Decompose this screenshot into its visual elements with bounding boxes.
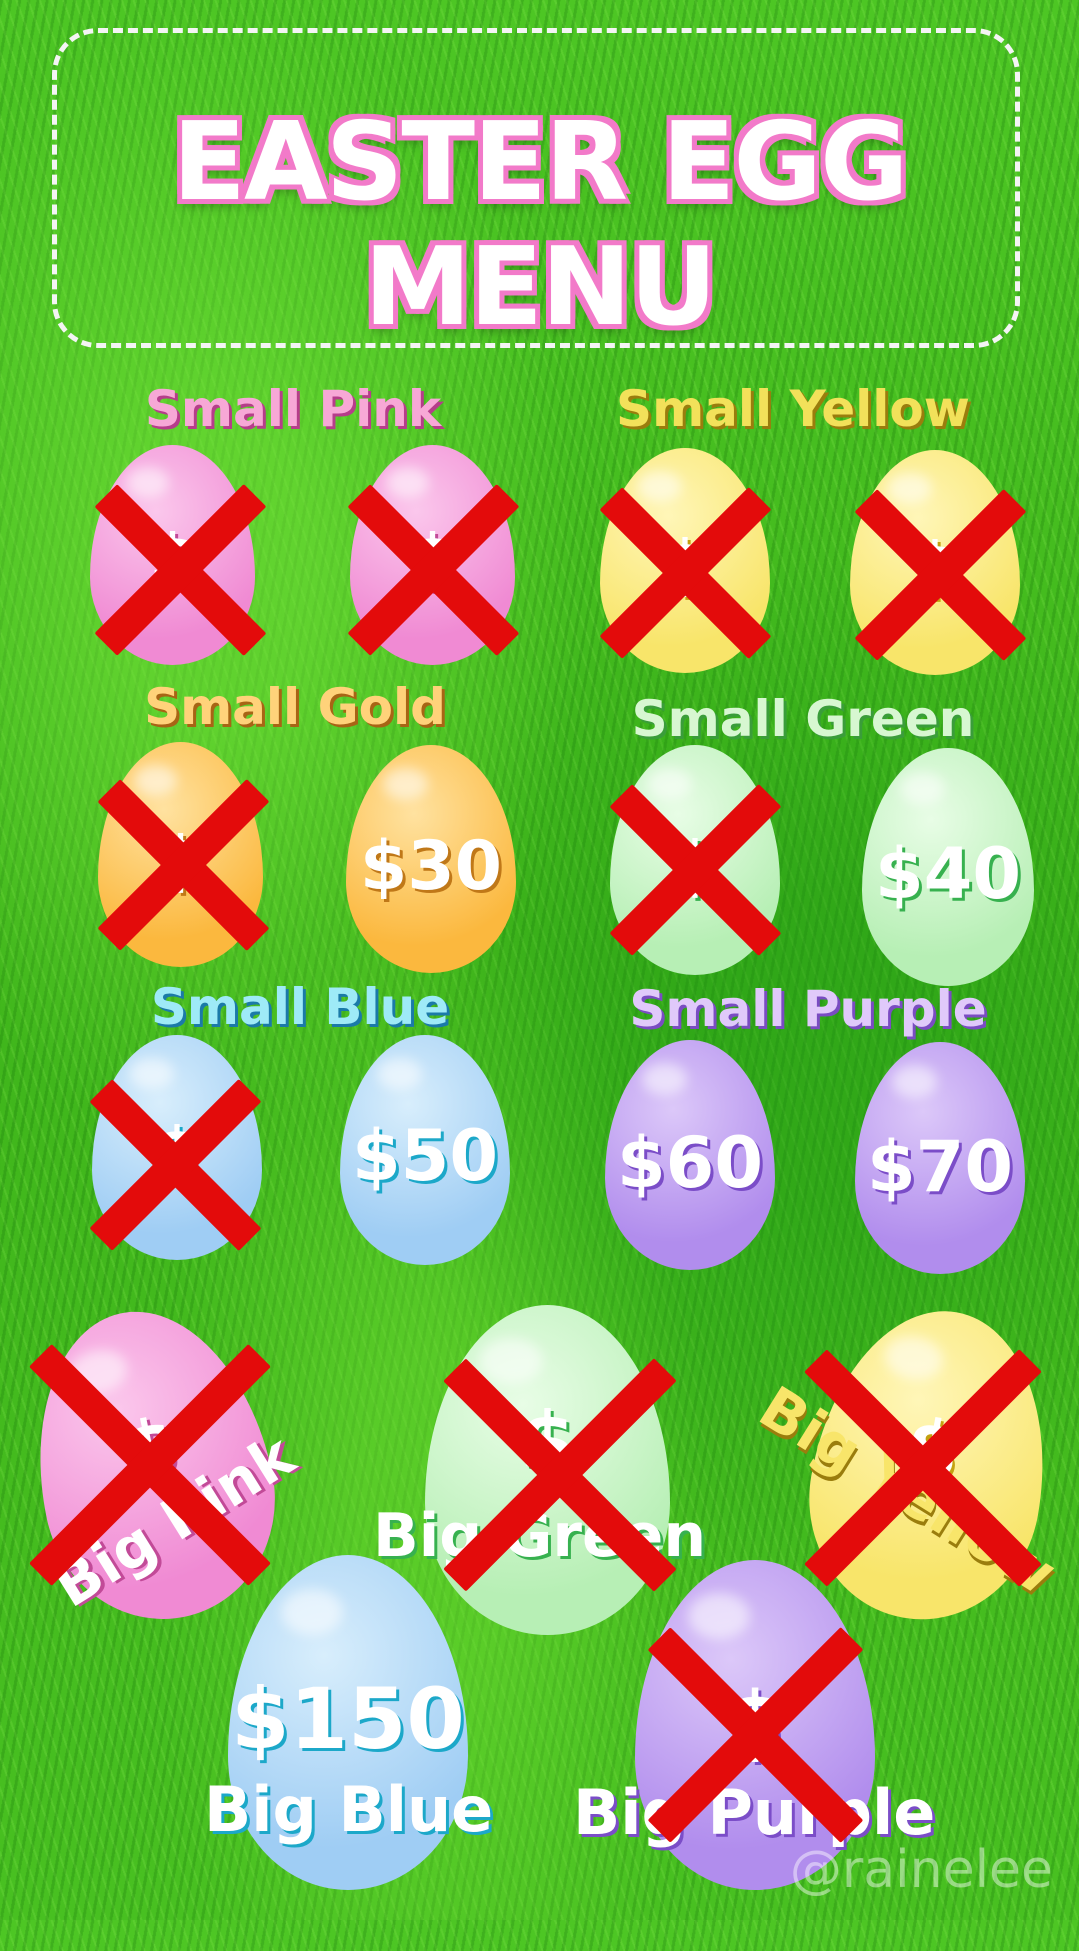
egg-small-gold-1[interactable]: $ bbox=[98, 742, 263, 967]
watermark-side: Fapopedia bbox=[0, 1520, 8, 1951]
egg-small-green-2[interactable]: $40 bbox=[862, 748, 1034, 986]
egg-price: $ bbox=[726, 1675, 784, 1770]
egg-price: $70 bbox=[866, 1126, 1014, 1208]
egg-price: $150 bbox=[231, 1670, 465, 1768]
egg-big-green[interactable]: $ Big Green bbox=[373, 1305, 706, 1635]
egg-label: Big Purple bbox=[573, 1776, 936, 1849]
egg-small-purple-2[interactable]: $70 bbox=[855, 1042, 1025, 1274]
section-label-small-gold: Small Gold bbox=[144, 678, 446, 736]
egg-small-pink-2[interactable]: $ bbox=[350, 445, 515, 665]
egg-price: $ bbox=[157, 822, 204, 899]
egg-price: $ bbox=[149, 520, 196, 597]
section-label-small-pink: Small Pink bbox=[144, 380, 442, 438]
page-title: EASTER EGG MENU bbox=[172, 100, 908, 350]
egg-price: $50 bbox=[351, 1115, 499, 1197]
section-label-small-blue: Small Blue bbox=[150, 978, 450, 1036]
egg-small-pink-1[interactable]: $ bbox=[90, 445, 255, 665]
egg-price: $ bbox=[409, 520, 456, 597]
egg-price: $30 bbox=[360, 827, 502, 906]
egg-price: $ bbox=[672, 827, 718, 904]
egg-small-yellow-1[interactable]: $ bbox=[600, 448, 770, 673]
watermark-corner: @rainelee bbox=[789, 1840, 1053, 1900]
menu-page: { "title": "EASTER EGG MENU", "watermark… bbox=[0, 0, 1079, 1951]
egg-small-gold-2[interactable]: $30 bbox=[346, 745, 516, 973]
egg-price: $ bbox=[662, 526, 708, 603]
egg-price: $ bbox=[519, 1395, 576, 1488]
egg-label: Big Green bbox=[373, 1501, 707, 1571]
egg-price: $ bbox=[912, 528, 958, 605]
egg-small-blue-1[interactable]: $ bbox=[92, 1035, 262, 1260]
egg-small-purple-1[interactable]: $60 bbox=[605, 1040, 775, 1270]
egg-big-blue[interactable]: $150 Big Blue bbox=[204, 1555, 493, 1890]
egg-big-pink[interactable]: $ Big Pink bbox=[8, 1289, 306, 1641]
egg-price: $ bbox=[154, 1113, 200, 1190]
egg-price: $40 bbox=[874, 833, 1022, 915]
egg-small-green-1[interactable]: $ bbox=[610, 745, 780, 975]
egg-small-blue-2[interactable]: $50 bbox=[340, 1035, 510, 1265]
section-label-small-yellow: Small Yellow bbox=[616, 380, 970, 438]
section-label-small-green: Small Green bbox=[631, 690, 975, 748]
section-label-small-purple: Small Purple bbox=[629, 980, 987, 1038]
egg-big-yellow[interactable]: $ Big Yellow bbox=[748, 1292, 1071, 1638]
egg-price: $60 bbox=[616, 1122, 764, 1204]
egg-small-yellow-2[interactable]: $ bbox=[850, 450, 1020, 675]
egg-label: Big Blue bbox=[204, 1773, 494, 1846]
